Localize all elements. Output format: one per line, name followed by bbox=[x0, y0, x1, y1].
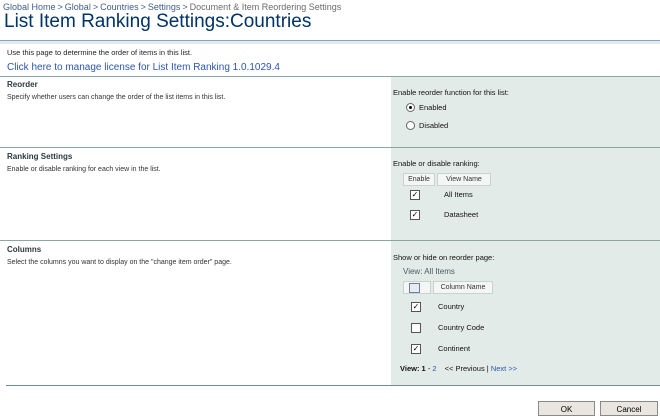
select-all-icon[interactable] bbox=[409, 283, 420, 293]
ok-button[interactable]: OK bbox=[538, 401, 595, 416]
page-title: List Item Ranking Settings:Countries bbox=[4, 11, 311, 33]
pager: View: 1 - 2 << Previous | Next >> bbox=[400, 364, 517, 373]
pager-view-label: View: bbox=[400, 364, 420, 373]
datasheet-checkbox[interactable]: ✓ bbox=[410, 210, 420, 220]
cancel-button[interactable]: Cancel bbox=[600, 401, 658, 416]
pager-dash: - bbox=[427, 364, 431, 373]
country-code-checkbox[interactable] bbox=[411, 323, 421, 333]
ranking-viewname-header: View Name bbox=[437, 173, 491, 186]
pager-page-2[interactable]: 2 bbox=[432, 364, 436, 373]
column-name: Country bbox=[438, 302, 465, 311]
pager-divider: | bbox=[486, 364, 489, 373]
ranking-title: Ranking Settings bbox=[7, 152, 73, 161]
page-title-list: Countries bbox=[230, 11, 312, 32]
enabled-radio[interactable] bbox=[406, 103, 415, 112]
reorder-disabled-option[interactable]: Disabled bbox=[406, 121, 448, 130]
intro-text: Use this page to determine the order of … bbox=[7, 48, 193, 57]
all-items-checkbox[interactable]: ✓ bbox=[410, 190, 420, 200]
columns-title: Columns bbox=[7, 245, 42, 254]
ranking-label: Enable or disable ranking: bbox=[393, 159, 480, 168]
ranking-view-name: Datasheet bbox=[444, 210, 479, 219]
columns-description: Select the columns you want to display o… bbox=[7, 259, 232, 266]
page-title-main: List Item Ranking Settings: bbox=[4, 11, 230, 32]
columns-label: Show or hide on reorder page: bbox=[393, 253, 495, 262]
disabled-label: Disabled bbox=[419, 121, 449, 130]
page-header: Global Home > Global > Countries > Settings > Do… bbox=[0, 0, 660, 42]
enabled-label: Enabled bbox=[419, 103, 447, 112]
ranking-description: Enable or disable ranking for each view … bbox=[7, 166, 161, 173]
pager-current-page: 1 bbox=[421, 364, 426, 373]
reorder-label: Enable reorder function for this list: bbox=[393, 88, 509, 97]
license-link[interactable]: Click here to manage license for List It… bbox=[7, 62, 280, 73]
disabled-radio[interactable] bbox=[406, 121, 415, 130]
reorder-enabled-option[interactable]: Enabled bbox=[406, 103, 447, 112]
continent-checkbox[interactable]: ✓ bbox=[411, 344, 421, 354]
columns-view-label: View: All Items bbox=[403, 267, 455, 276]
ranking-view-name: All Items bbox=[444, 190, 473, 199]
pager-next[interactable]: Next >> bbox=[491, 364, 517, 373]
reorder-title: Reorder bbox=[7, 80, 38, 89]
pager-previous: << Previous bbox=[444, 364, 485, 373]
columns-name-header: Column Name bbox=[433, 281, 493, 294]
ranking-enable-header: Enable bbox=[403, 173, 435, 186]
reorder-description: Specify whether users can change the ord… bbox=[7, 94, 226, 101]
column-name: Country Code bbox=[438, 323, 485, 332]
footer-divider bbox=[6, 385, 660, 386]
header-strip bbox=[0, 41, 660, 44]
column-name: Continent bbox=[438, 344, 471, 353]
country-checkbox[interactable]: ✓ bbox=[411, 302, 421, 312]
